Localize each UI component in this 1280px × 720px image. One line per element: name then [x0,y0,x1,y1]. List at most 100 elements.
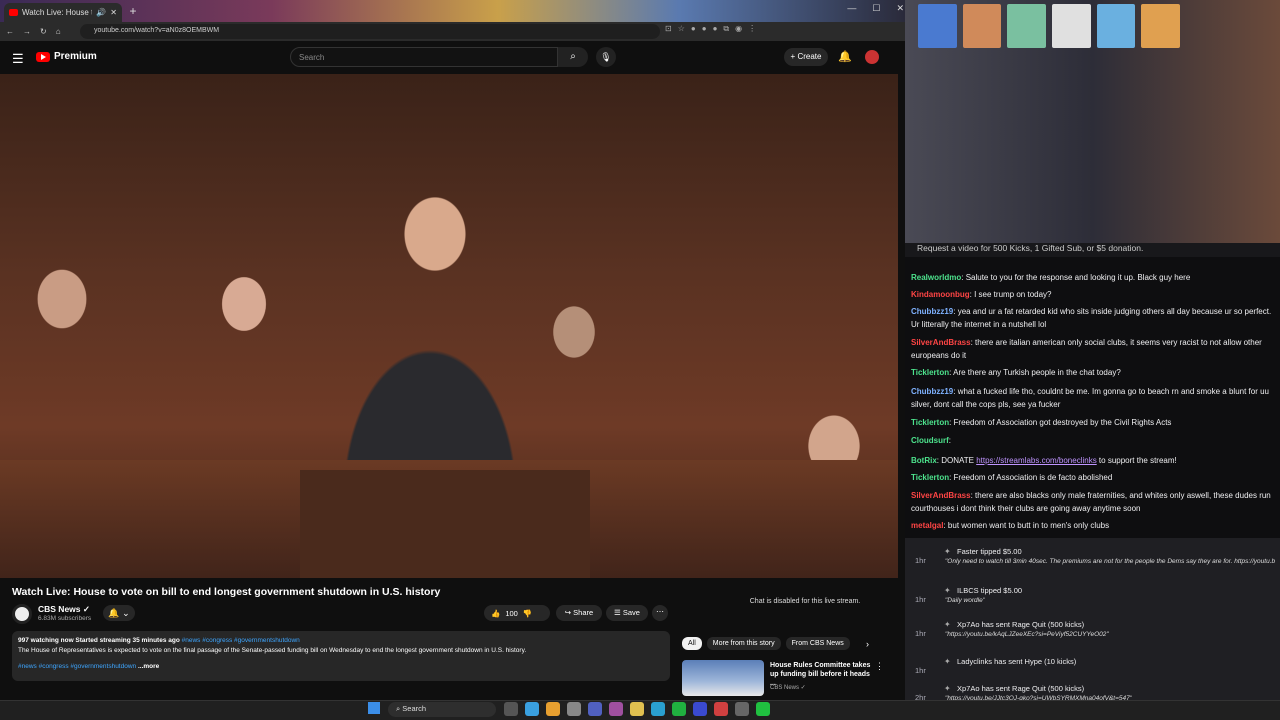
file-explorer-icon[interactable] [504,702,518,716]
taskbar-search[interactable]: ⌕ Search [388,702,496,717]
new-tab-button[interactable]: + [126,4,140,18]
save-button[interactable]: ☰ Save [606,605,648,621]
event-time: 1hr [915,666,926,675]
browser-menu-icon[interactable]: ⋮ [748,24,756,34]
bookmark-star-icon[interactable]: ☆ [678,24,685,34]
chat-pinned-banner: Request a video for 500 Kicks, 1 Gifted … [905,243,1280,257]
chat-text: DONATE [941,456,977,465]
chat-message: Ticklerton: Freedom of Association is de… [911,473,1113,482]
extensions-bar: ⊡ ☆ ● ● ● ⧉ ◉ ⋮ [665,24,756,34]
app-icon[interactable] [588,702,602,716]
chat-message: SilverAndBrass: there are also blacks on… [911,491,1271,513]
chat-message: Cloudsurf: [911,436,952,445]
event-time: 1hr [915,595,926,604]
share-button[interactable]: ↪ Share [556,605,602,621]
event-gift-icon: ✦ [944,586,951,595]
spotify-icon[interactable] [672,702,686,716]
chat-text: what a fucked life tho, couldnt be me. I… [911,387,1269,409]
chat-username[interactable]: Chubbzz19 [911,387,953,396]
extension-icon[interactable]: ● [713,24,718,34]
extension-icon[interactable]: ● [702,24,707,34]
home-icon[interactable]: ⌂ [56,27,61,36]
app-icon[interactable] [756,702,770,716]
share-label: Share [573,608,594,617]
app-icon[interactable] [609,702,623,716]
close-window-button[interactable]: ✕ [896,3,904,14]
chat-text: but women want to butt in to men's only … [947,521,1110,530]
app-icon[interactable] [651,702,665,716]
event-gift-icon: ✦ [944,657,951,666]
subscribe-bell-button[interactable]: 🔔 ⌄ [103,605,135,621]
chevron-right-icon[interactable]: › [866,639,869,649]
app-icon[interactable] [693,702,707,716]
description-tags[interactable]: #news #congress #governmentshutdown [182,637,300,644]
chat-username[interactable]: Ticklerton [911,473,949,482]
app-icon[interactable] [567,702,581,716]
description-more-link[interactable]: ...more [138,663,159,670]
description-tags-footer[interactable]: #news #congress #governmentshutdown [18,663,136,670]
install-icon[interactable]: ⊡ [665,24,672,34]
chat-username[interactable]: SilverAndBrass [911,338,971,347]
chat-username[interactable]: metalgal [911,521,943,530]
logo-text: Premium [54,51,97,62]
search-icon: ⌕ [570,51,576,62]
tab-audio-icon[interactable]: 🔊 [96,8,106,17]
chat-username[interactable]: Ticklerton [911,368,949,377]
channel-name[interactable]: CBS News ✓ [38,604,90,615]
browser-tab[interactable]: Watch Live: House to vote 🔊 ✕ [4,3,122,22]
app-icon[interactable] [714,702,728,716]
windows-start-icon[interactable] [368,702,380,714]
folder-icon[interactable] [630,702,644,716]
chat-username[interactable]: SilverAndBrass [911,491,971,500]
notifications-bell-icon[interactable]: 🔔 [838,50,852,63]
forward-icon[interactable]: → [23,27,31,36]
youtube-play-icon [36,51,50,62]
description-stats: 997 watching now Started streaming 35 mi… [18,637,180,644]
create-button[interactable]: + Create [784,48,828,66]
reload-icon[interactable]: ↻ [40,27,47,36]
window-controls: — ☐ ✕ [847,3,904,14]
back-icon[interactable]: ← [6,27,14,36]
taskbar-search-label: Search [402,704,427,713]
chat-message: BotRix: DONATE https://streamlabs.com/bo… [911,456,1177,465]
more-actions-button[interactable]: ⋯ [652,605,668,621]
chrome-icon[interactable] [546,702,560,716]
extensions-puzzle-icon[interactable]: ⧉ [723,24,729,34]
voice-search-button[interactable]: 🎙 [596,47,616,67]
poster [1052,4,1091,48]
related-video-menu-icon[interactable]: ⋮ [875,661,884,672]
chat-username[interactable]: BotRix [911,456,937,465]
account-avatar[interactable] [865,50,879,64]
event-title: Faster tipped $5.00 [957,547,1022,556]
profile-icon[interactable]: ◉ [735,24,742,34]
app-icon[interactable] [525,702,539,716]
maximize-button[interactable]: ☐ [872,3,880,14]
channel-avatar[interactable] [12,604,32,624]
poster [1096,4,1136,48]
extension-icon[interactable]: ● [691,24,696,34]
chip-from-cbs-news[interactable]: From CBS News [785,637,850,650]
url-field[interactable]: youtube.com/watch?v=aN0z8OEMBWM [80,24,660,39]
like-dislike-button[interactable]: 👍 100 👎 [484,605,550,621]
chat-link[interactable]: https://streamlabs.com/boneclinks [976,456,1097,465]
search-button[interactable]: ⌕ [558,47,588,67]
wall-art [918,4,1181,48]
search-input[interactable]: Search [290,47,558,67]
chip-more-from-story[interactable]: More from this story [706,637,781,650]
app-icon[interactable] [735,702,749,716]
youtube-logo[interactable]: Premium [36,51,97,62]
thumbs-up-icon[interactable]: 👍 [491,609,500,618]
hamburger-menu-icon[interactable]: ☰ [12,51,24,67]
thumbs-down-icon[interactable]: 👎 [523,609,532,618]
chat-username[interactable]: Chubbzz19 [911,307,953,316]
related-video-thumbnail[interactable] [682,660,764,696]
chat-username[interactable]: Cloudsurf [911,436,949,445]
minimize-button[interactable]: — [847,3,856,14]
description-box[interactable]: 997 watching now Started streaming 35 mi… [12,631,670,681]
chat-username[interactable]: Ticklerton [911,418,949,427]
poster [918,4,957,48]
chat-username[interactable]: Realworldmo [911,273,961,282]
tab-close-icon[interactable]: ✕ [110,8,117,17]
chip-all[interactable]: All [682,637,702,650]
chat-username[interactable]: Kindamoonbug [911,290,970,299]
